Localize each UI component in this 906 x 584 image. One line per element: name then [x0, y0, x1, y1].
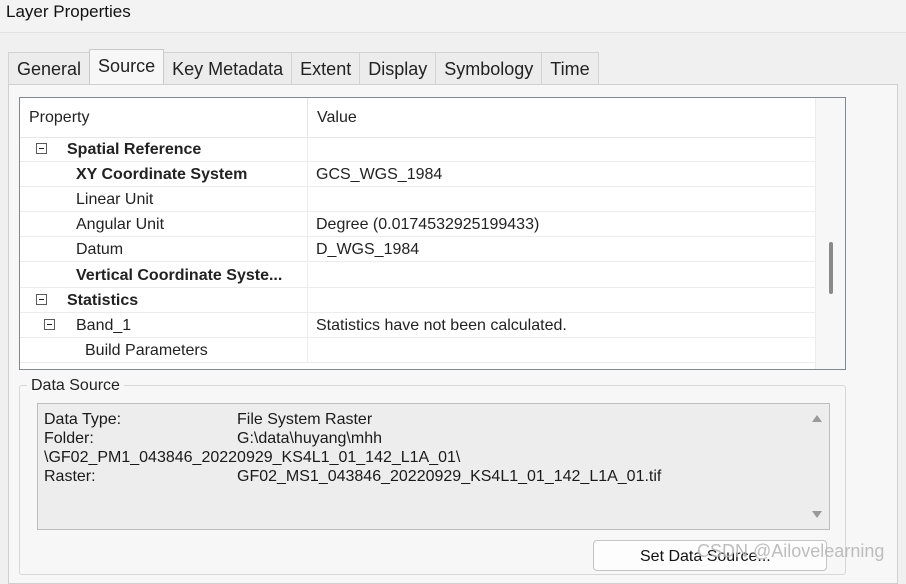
title-bar: Layer Properties: [0, 0, 906, 33]
row-label: Vertical Coordinate Syste...: [76, 267, 283, 284]
row-label: Datum: [76, 241, 124, 258]
property-column-header[interactable]: Property: [29, 98, 89, 137]
property-grid: Property Value Spatial Reference XY Coor…: [19, 97, 846, 370]
row-label: Linear Unit: [76, 191, 154, 208]
data-type-label: Data Type:: [44, 411, 122, 428]
row-label: Band_1: [76, 317, 132, 334]
value-column-header[interactable]: Value: [317, 98, 357, 137]
row-datum[interactable]: Datum D_WGS_1984: [20, 237, 815, 262]
raster-line: Raster: GF02_MS1_043846_20220929_KS4L1_0…: [44, 467, 661, 486]
grid-header: Property Value: [20, 98, 815, 138]
row-statistics[interactable]: Statistics: [20, 288, 815, 313]
folder-continuation: \GF02_PM1_043846_20220929_KS4L1_01_142_L…: [44, 449, 461, 466]
tab-strip: General Source Key Metadata Extent Displ…: [8, 49, 599, 84]
scrollbar-thumb[interactable]: [829, 242, 833, 294]
data-source-group-title: Data Source: [27, 377, 124, 395]
raster-label: Raster:: [44, 468, 96, 485]
raster-value: GF02_MS1_043846_20220929_KS4L1_01_142_L1…: [237, 468, 662, 485]
column-divider[interactable]: [307, 98, 308, 137]
tab-extent[interactable]: Extent: [291, 52, 361, 84]
data-source-text[interactable]: Data Type: File System Raster Folder: G:…: [37, 403, 830, 530]
collapse-icon[interactable]: [36, 143, 47, 154]
folder-label: Folder:: [44, 430, 94, 447]
row-label: Angular Unit: [76, 216, 165, 233]
folder-continuation-line: \GF02_PM1_043846_20220929_KS4L1_01_142_L…: [44, 448, 460, 467]
row-spatial-reference[interactable]: Spatial Reference: [20, 137, 815, 162]
row-value: D_WGS_1984: [316, 241, 420, 258]
tab-general[interactable]: General: [8, 52, 91, 84]
window-title: Layer Properties: [6, 2, 131, 21]
data-source-scrollbar[interactable]: [805, 404, 829, 529]
folder-line: Folder: G:\data\huyang\mhh: [44, 429, 382, 448]
row-label: Statistics: [67, 292, 139, 309]
watermark: CSDN @Ailovelearning: [697, 541, 885, 561]
row-label: Build Parameters: [85, 342, 208, 359]
data-type-line: Data Type: File System Raster: [44, 410, 372, 429]
row-value: Statistics have not been calculated.: [316, 317, 567, 334]
row-linear-unit[interactable]: Linear Unit: [20, 187, 815, 212]
tab-source[interactable]: Source: [89, 49, 165, 84]
row-label: Spatial Reference: [67, 141, 202, 158]
tab-symbology[interactable]: Symbology: [435, 52, 543, 84]
row-vertical-coordinate-system[interactable]: Vertical Coordinate Syste...: [20, 263, 815, 288]
row-band-1[interactable]: Band_1 Statistics have not been calculat…: [20, 313, 815, 338]
collapse-icon[interactable]: [44, 319, 55, 330]
row-build-parameters[interactable]: Build Parameters: [20, 338, 815, 363]
row-value: Degree (0.0174532925199433): [316, 216, 540, 233]
tab-display[interactable]: Display: [359, 52, 437, 84]
folder-value: G:\data\huyang\mhh: [237, 430, 382, 447]
tab-time[interactable]: Time: [541, 52, 599, 84]
tab-key-metadata[interactable]: Key Metadata: [163, 52, 293, 84]
collapse-icon[interactable]: [36, 294, 47, 305]
scroll-down-icon[interactable]: [812, 511, 822, 518]
row-xy-coordinate-system[interactable]: XY Coordinate System GCS_WGS_1984: [20, 162, 815, 187]
grid-scrollbar[interactable]: [815, 98, 845, 369]
scroll-up-icon[interactable]: [812, 415, 822, 422]
row-label: XY Coordinate System: [76, 166, 248, 183]
row-angular-unit[interactable]: Angular Unit Degree (0.0174532925199433): [20, 212, 815, 237]
row-value: GCS_WGS_1984: [316, 166, 443, 183]
data-type-value: File System Raster: [237, 411, 373, 428]
